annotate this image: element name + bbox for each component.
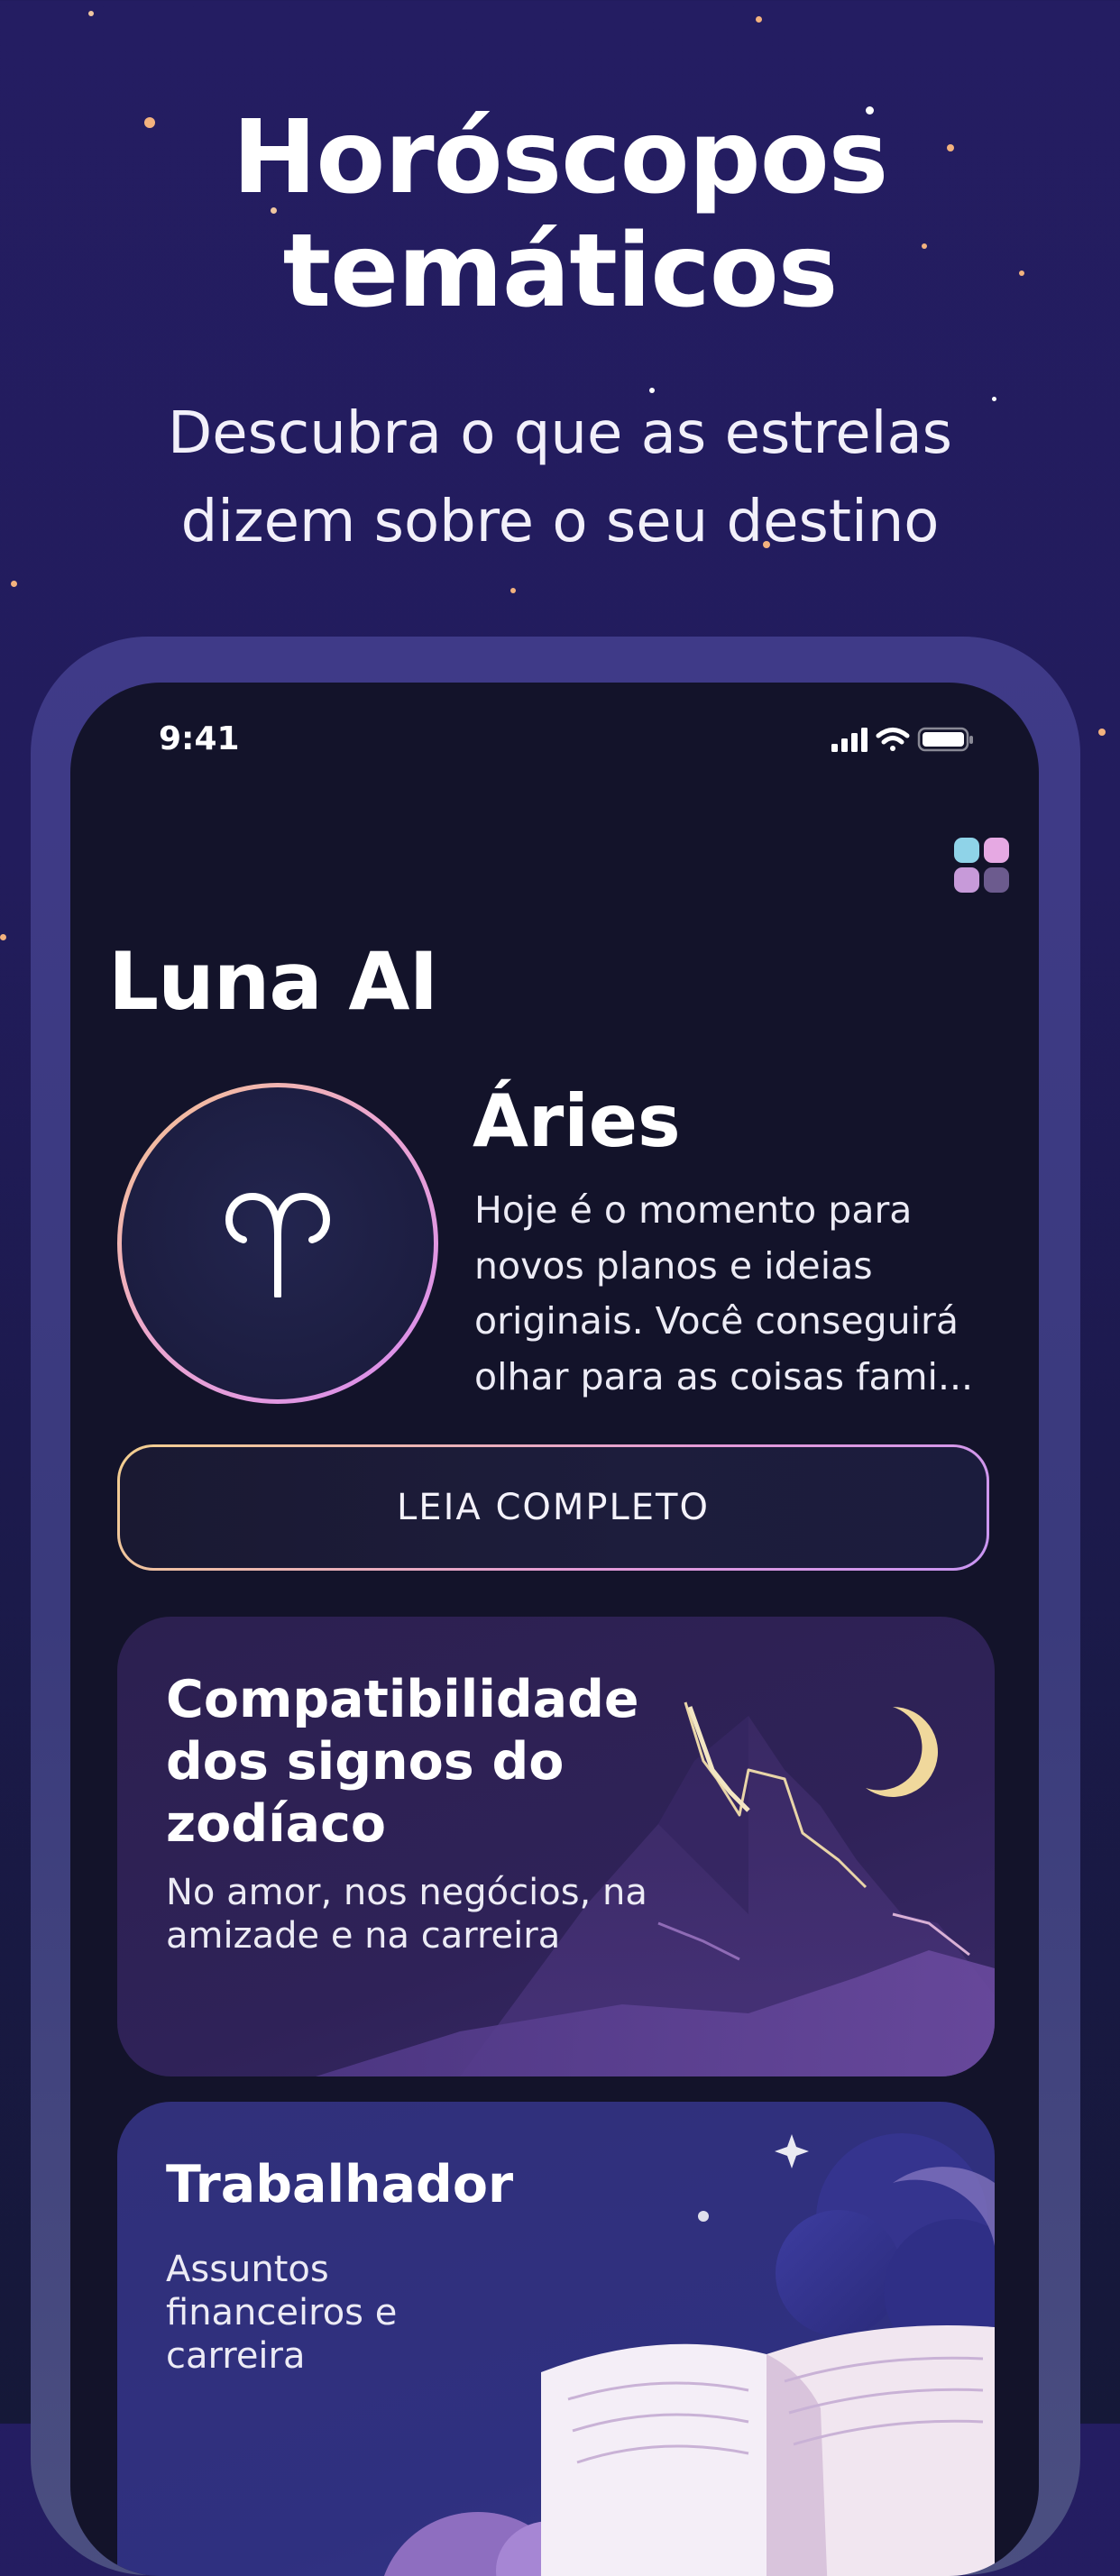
app-title: Luna AI xyxy=(108,935,438,1028)
compatibility-card-subtitle: No amor, nos negócios, na amizade e na c… xyxy=(166,1871,647,1957)
status-time: 9:41 xyxy=(159,720,240,757)
hero-title-line2: temáticos xyxy=(282,213,839,330)
phone-screen: 9:41 Luna AI Áries Hoje é o momento para… xyxy=(70,683,1039,2576)
grid-menu-icon[interactable] xyxy=(954,838,1010,894)
sign-avatar[interactable] xyxy=(117,1083,438,1404)
read-full-button[interactable]: LEIA COMPLETO xyxy=(117,1444,989,1571)
worker-card-subtitle-line2: financeiros e xyxy=(166,2292,398,2333)
star xyxy=(510,588,516,593)
sign-name: Áries xyxy=(473,1079,681,1163)
sign-avatar-inner xyxy=(122,1087,434,1399)
worker-card-subtitle-line1: Assuntos xyxy=(166,2249,329,2290)
star xyxy=(88,11,94,16)
star xyxy=(756,16,762,23)
compatibility-card-title: Compatibilidade dos signos do zodíaco xyxy=(166,1670,639,1854)
worker-card-subtitle: Assuntos financeiros e carreira xyxy=(166,2248,397,2378)
star xyxy=(0,934,6,940)
battery-icon xyxy=(917,727,973,752)
hero-subtitle: Descubra o que as estrelas dizem sobre o… xyxy=(0,390,1120,566)
status-icons xyxy=(831,726,976,753)
compatibility-card-subtitle-line1: No amor, nos negócios, na xyxy=(166,1872,647,1913)
worker-card-subtitle-line3: carreira xyxy=(166,2335,306,2377)
compatibility-card[interactable]: Compatibilidade dos signos do zodíaco No… xyxy=(117,1617,995,2076)
wifi-icon xyxy=(876,728,910,751)
aries-icon xyxy=(225,1192,331,1297)
sign-description: Hoje é o momento para novos planos e ide… xyxy=(474,1188,974,1398)
moon-icon xyxy=(866,1707,938,1797)
hero-title-line1: Horóscopos xyxy=(232,99,889,216)
compatibility-card-subtitle-line2: amizade e na carreira xyxy=(166,1915,561,1957)
hero-title: Horóscopos temáticos xyxy=(0,101,1120,328)
star xyxy=(11,581,17,587)
signal-icon xyxy=(831,728,868,752)
sparkle-icon xyxy=(775,2134,809,2168)
worker-card-title: Trabalhador xyxy=(166,2155,514,2214)
hero-subtitle-line1: Descubra o que as estrelas xyxy=(168,400,952,467)
read-full-button-label: LEIA COMPLETO xyxy=(120,1447,987,1568)
hero-subtitle-line2: dizem sobre o seu destino xyxy=(180,489,940,555)
star xyxy=(1098,729,1106,736)
worker-card[interactable]: Trabalhador Assuntos financeiros e carre… xyxy=(117,2102,995,2576)
